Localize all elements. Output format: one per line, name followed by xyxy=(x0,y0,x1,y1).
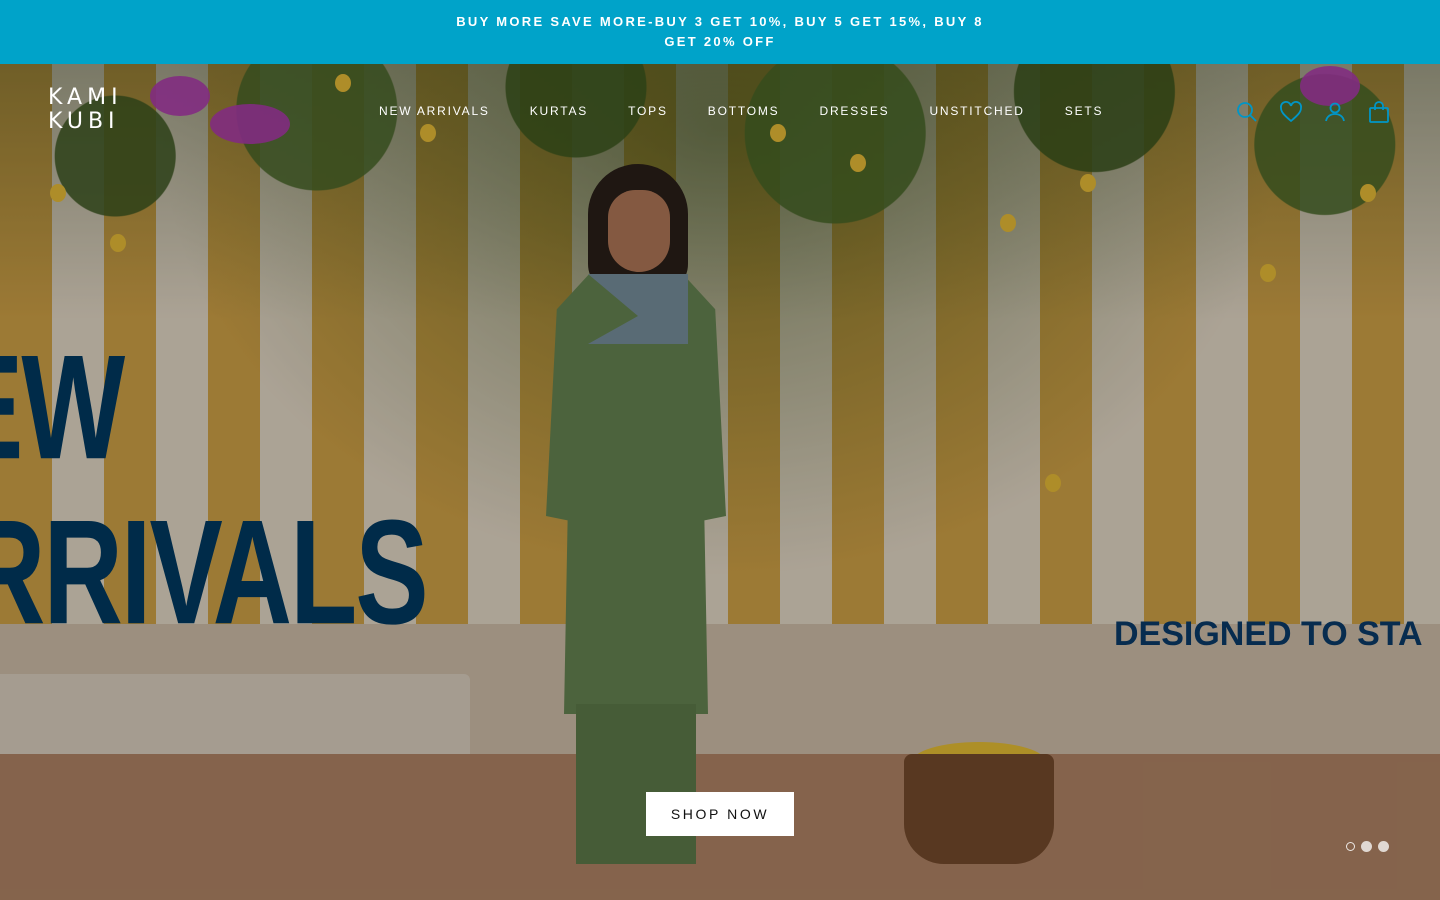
search-icon xyxy=(1237,102,1257,122)
heart-icon xyxy=(1280,101,1302,123)
logo-line1: KAMI xyxy=(48,85,123,110)
slide-dot-2[interactable] xyxy=(1361,841,1372,852)
search-button[interactable] xyxy=(1232,97,1262,127)
logo-line2: KUBI xyxy=(48,109,120,134)
announcement-bar: BUY MORE SAVE MORE-BUY 3 GET 10%, BUY 5 … xyxy=(0,0,1440,64)
bag-icon xyxy=(1369,101,1389,123)
cart-button[interactable] xyxy=(1364,97,1394,127)
shop-now-button[interactable]: SHOP NOW xyxy=(646,792,794,836)
nav-item-tops[interactable]: TOPS xyxy=(628,104,668,118)
header-icons xyxy=(1232,97,1408,127)
account-button[interactable] xyxy=(1320,97,1350,127)
account-icon xyxy=(1325,102,1345,122)
hero-overlay xyxy=(0,64,1440,900)
nav-item-kurtas[interactable]: KURTAS xyxy=(530,104,588,118)
site-header: KAMI KUBI NEW ARRIVALS KURTAS TOPS BOTTO… xyxy=(0,64,1440,160)
nav-item-sets[interactable]: SETS xyxy=(1065,104,1104,118)
brand-logo[interactable]: KAMI KUBI xyxy=(48,86,123,134)
nav-item-new-arrivals[interactable]: NEW ARRIVALS xyxy=(379,104,490,118)
slide-dot-3[interactable] xyxy=(1378,841,1389,852)
nav-item-unstitched[interactable]: UNSTITCHED xyxy=(929,104,1024,118)
slide-dot-1[interactable] xyxy=(1346,842,1355,851)
main-nav: NEW ARRIVALS KURTAS TOPS BOTTOMS DRESSES… xyxy=(379,104,1143,118)
hero-banner: EW RRIVALS DESIGNED TO STA xyxy=(0,64,1440,900)
nav-item-dresses[interactable]: DRESSES xyxy=(819,104,889,118)
announcement-text: BUY MORE SAVE MORE-BUY 3 GET 10%, BUY 5 … xyxy=(456,14,984,49)
wishlist-button[interactable] xyxy=(1276,97,1306,127)
slider-dots xyxy=(1346,841,1395,852)
nav-item-bottoms[interactable]: BOTTOMS xyxy=(708,104,780,118)
